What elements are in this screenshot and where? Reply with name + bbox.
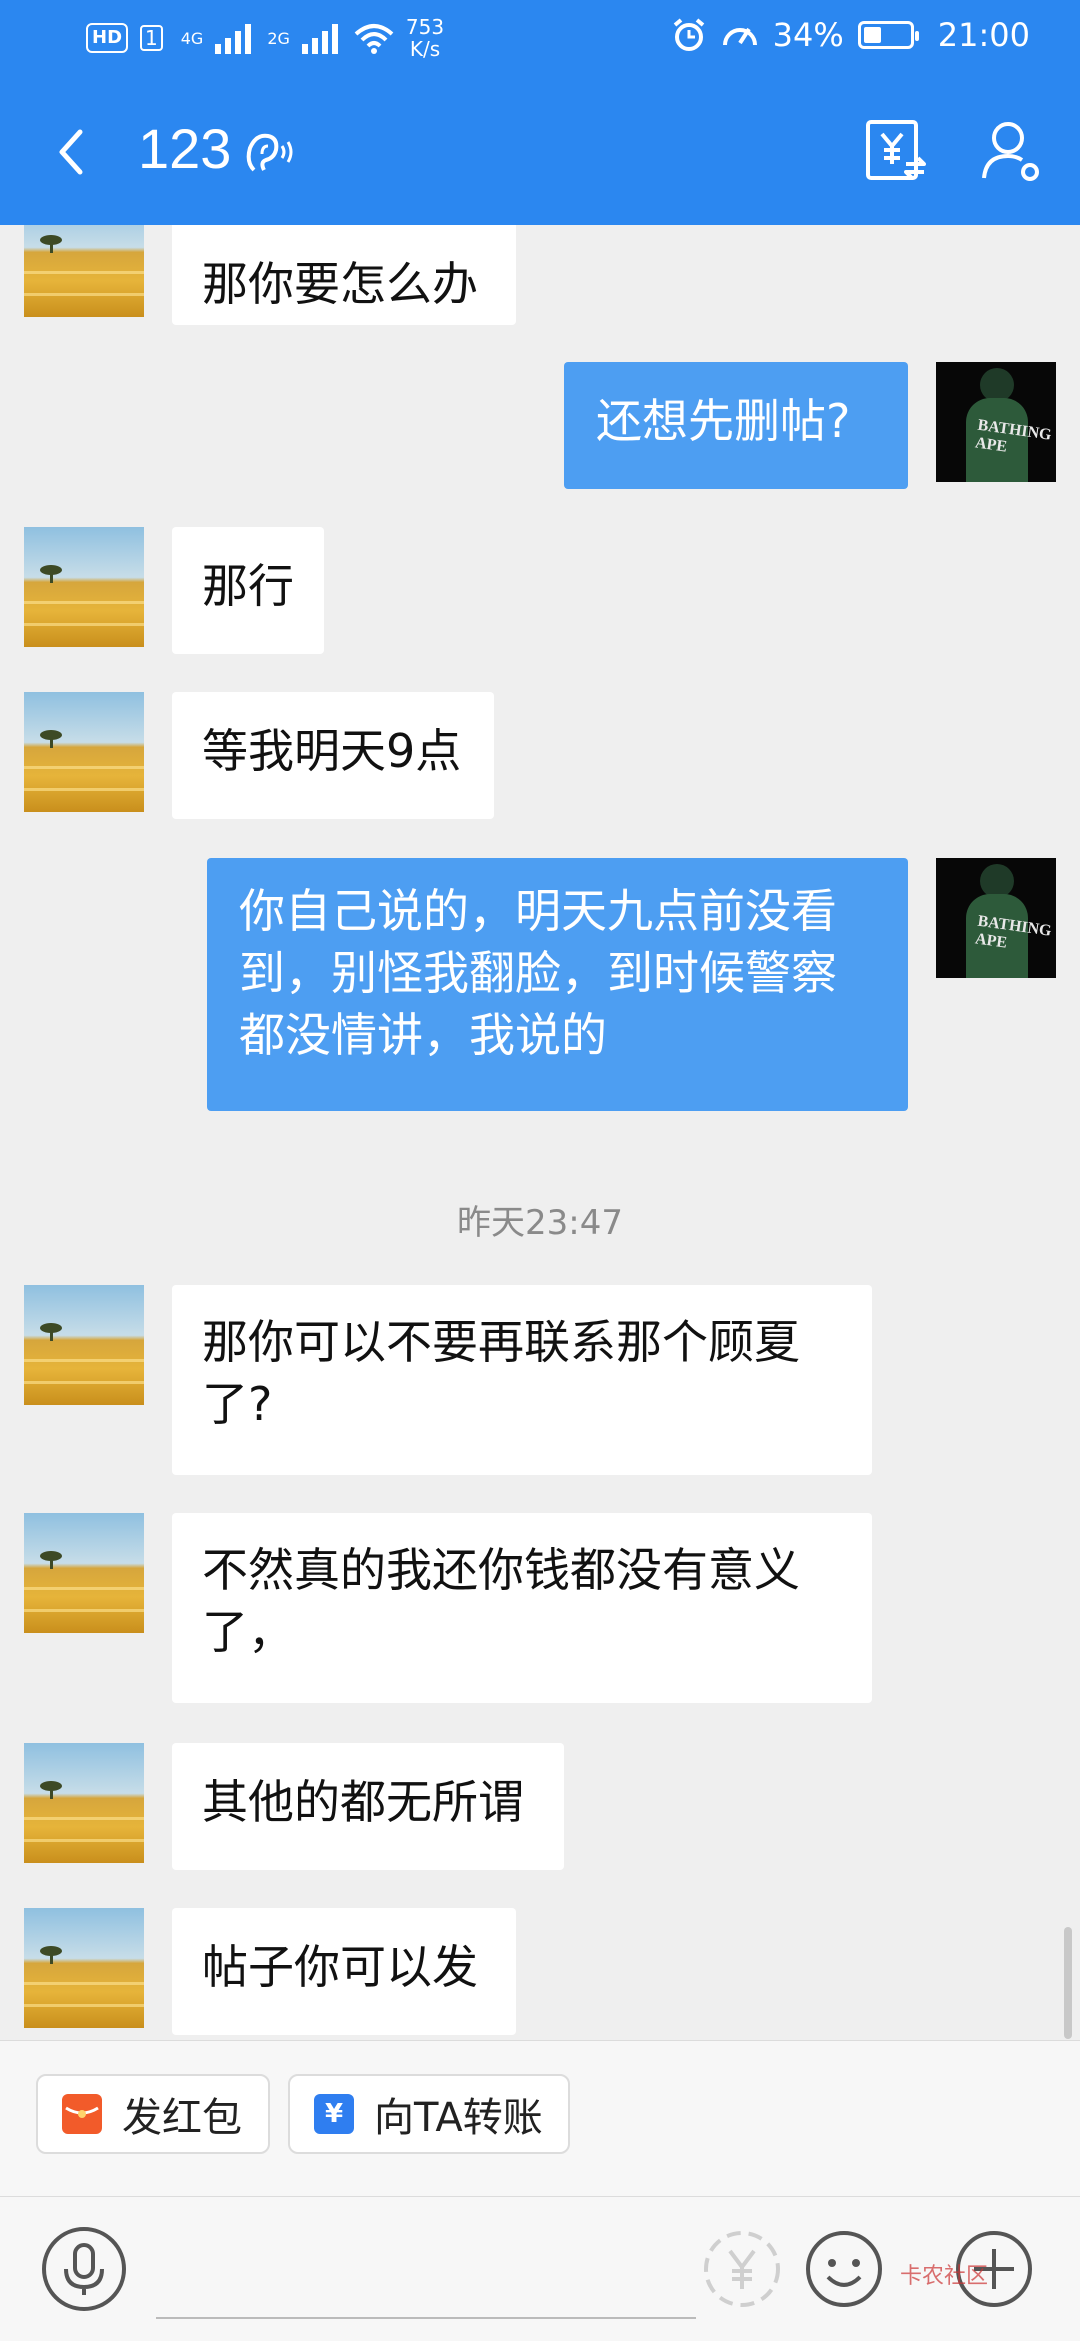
message-text: 不然真的我还你钱都没有意义了， [202, 1543, 800, 1659]
message-text: 那行 [202, 559, 294, 613]
avatar-self[interactable]: BATHING APE [936, 362, 1056, 482]
message-bubble-left[interactable]: 那你可以不要再联系那个顾夏了? [172, 1285, 872, 1475]
avatar-self[interactable]: BATHING APE [936, 858, 1056, 978]
message-text: 帖子你可以发 [202, 1940, 478, 1994]
status-left: HD 1 4G 2G 753 K/s [86, 16, 444, 60]
red-packet-icon [62, 2094, 102, 2134]
message-bubble-left[interactable]: 不然真的我还你钱都没有意义了， [172, 1513, 872, 1703]
message-bubble-left[interactable]: 帖子你可以发 [172, 1908, 516, 2035]
status-right: 34% 21:00 [671, 16, 1030, 54]
signal-icon [215, 24, 252, 54]
sim-badge: 1 [140, 25, 163, 51]
avatar-contact[interactable] [24, 1513, 144, 1633]
wifi-icon [354, 24, 394, 54]
message-text: 那你可以不要再联系那个顾夏了? [202, 1315, 800, 1431]
message-timestamp: 昨天23:47 [457, 1203, 623, 1243]
red-packet-label: 发红包 [122, 2095, 242, 2141]
battery-percent: 34% [772, 16, 844, 54]
watermark: 卡农社区 [900, 2264, 989, 2289]
net-speed-value: 753 [405, 15, 445, 39]
message-text: 你自己说的，明天九点前没看到，别怪我翻脸，到时候警察都没情讲，我说的 [239, 884, 837, 1062]
chevron-left-icon[interactable] [44, 122, 104, 182]
ear-icon[interactable] [240, 126, 296, 182]
clock: 21:00 [937, 16, 1030, 54]
net-speed-unit: K/s [409, 37, 441, 61]
message-text: 等我明天9点 [202, 724, 462, 778]
battery-icon [857, 21, 919, 49]
avatar-contact[interactable] [24, 225, 144, 317]
avatar-contact[interactable] [24, 527, 144, 647]
chat-header: 123 [0, 80, 1080, 225]
signal-icon-2 [301, 24, 338, 54]
transfer-icon: ¥ [314, 2094, 354, 2134]
message-text: 其他的都无所谓 [202, 1775, 524, 1829]
status-bar: HD 1 4G 2G 753 K/s 34% 21:00 [0, 0, 1080, 80]
message-bubble-left[interactable]: 那你要怎么办 [172, 225, 516, 325]
alarm-icon [673, 18, 704, 51]
transfer-symbol: ¥ [324, 2099, 344, 2129]
red-packet-button[interactable]: 发红包 [36, 2074, 270, 2154]
quick-action-bar: 发红包 ¥ 向TA转账 [0, 2040, 1080, 2196]
hd-badge: HD [86, 23, 129, 53]
message-bubble-left[interactable]: 其他的都无所谓 [172, 1743, 564, 1870]
microphone-icon[interactable] [40, 2225, 128, 2313]
yuan-icon[interactable] [700, 2227, 784, 2311]
transfer-button[interactable]: ¥ 向TA转账 [288, 2074, 570, 2154]
emoji-icon[interactable] [802, 2227, 886, 2311]
profile-settings-icon[interactable] [976, 116, 1046, 186]
message-input[interactable] [156, 2317, 696, 2319]
net-speed: 753 K/s [406, 16, 444, 60]
transfer-label: 向TA转账 [374, 2095, 543, 2141]
avatar-contact[interactable] [24, 1743, 144, 1863]
message-text: 那你要怎么办 [202, 257, 478, 311]
message-bubble-right[interactable]: 你自己说的，明天九点前没看到，别怪我翻脸，到时候警察都没情讲，我说的 [207, 858, 908, 1111]
scrollbar[interactable] [1064, 1927, 1072, 2039]
yuan-transfer-icon[interactable] [860, 116, 930, 186]
avatar-contact[interactable] [24, 1285, 144, 1405]
speed-icon [722, 27, 757, 46]
message-bubble-right[interactable]: 还想先删帖? [564, 362, 908, 489]
message-bubble-left[interactable]: 那行 [172, 527, 324, 654]
chat-message-list[interactable]: 那你要怎么办 还想先删帖? BATHING APE 那行 等我明天9点 你自己说… [0, 225, 1080, 2040]
network-label-2: 2G [267, 28, 290, 48]
avatar-contact[interactable] [24, 692, 144, 812]
avatar-contact[interactable] [24, 1908, 144, 2028]
message-text: 还想先删帖? [596, 394, 851, 448]
message-bubble-left[interactable]: 等我明天9点 [172, 692, 494, 819]
chat-title[interactable]: 123 [138, 116, 231, 181]
network-label-1: 4G [180, 28, 204, 48]
